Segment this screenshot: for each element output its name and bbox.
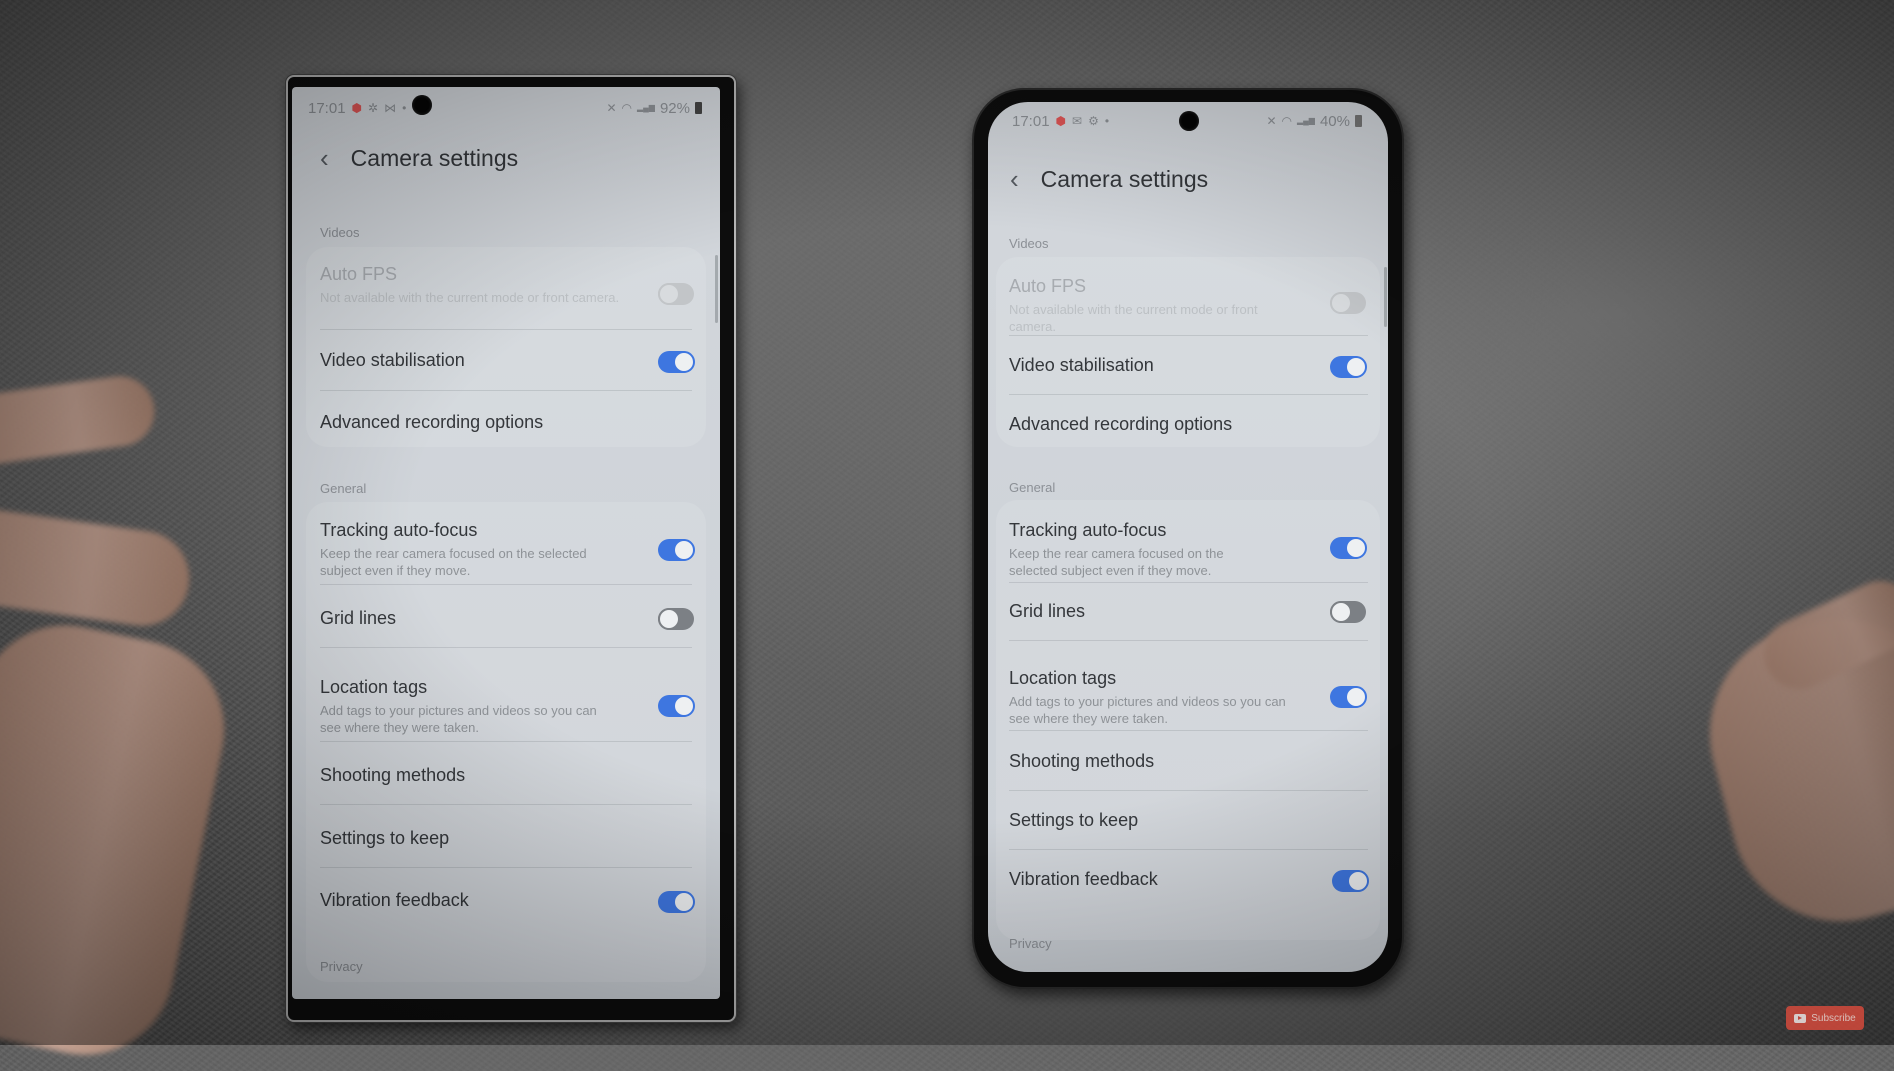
battery-icon <box>695 102 702 114</box>
setting-video-stabilisation[interactable]: Video stabilisation <box>1009 355 1154 376</box>
scrollbar[interactable] <box>715 255 718 323</box>
page-title: Camera settings <box>350 145 519 171</box>
signal-icon: ▂▄▆ <box>636 103 655 112</box>
setting-video-stabilisation[interactable]: Video stabilisation <box>320 350 465 371</box>
setting-shooting-methods[interactable]: Shooting methods <box>320 765 465 786</box>
clock: 17:01 <box>308 99 346 117</box>
header: ‹ Camera settings <box>320 143 518 174</box>
clock: 17:01 <box>1012 112 1050 130</box>
record-icon: ⬢ <box>1055 114 1067 128</box>
auto-fps-toggle[interactable] <box>658 283 694 305</box>
pinwheel-icon: ✲ <box>368 101 379 115</box>
mute-icon: ✕ <box>606 101 617 115</box>
right-phone-screen: 17:01 ⬢ ✉ ⚙ • ✕ ◠ ▂▄▆ 40% ‹ Camera setti… <box>988 102 1388 972</box>
back-button[interactable]: ‹ <box>1010 164 1019 195</box>
grid-lines-toggle[interactable] <box>658 608 694 630</box>
setting-advanced-recording-options[interactable]: Advanced recording options <box>320 412 543 433</box>
right-phone: 17:01 ⬢ ✉ ⚙ • ✕ ◠ ▂▄▆ 40% ‹ Camera setti… <box>972 88 1404 989</box>
video-stabilisation-toggle[interactable] <box>658 351 695 373</box>
setting-grid-lines[interactable]: Grid lines <box>1009 601 1085 622</box>
divider <box>1009 582 1368 583</box>
status-bar: 17:01 ⬢ ✉ ⚙ • ✕ ◠ ▂▄▆ 40% <box>988 109 1388 133</box>
location-tags-toggle[interactable] <box>1330 686 1367 708</box>
section-privacy: Privacy <box>1009 936 1052 951</box>
auto-fps-toggle[interactable] <box>1330 292 1366 314</box>
left-phone: 17:01 ⬢ ✲ ⋈ • ✕ ◠ ▂▄▆ 92% ‹ Camera setti… <box>286 75 736 1022</box>
back-button[interactable]: ‹ <box>320 143 329 174</box>
setting-auto-fps[interactable]: Auto FPS Not available with the current … <box>1009 276 1279 335</box>
location-tags-toggle[interactable] <box>658 695 695 717</box>
subscribe-label: Subscribe <box>1811 1012 1856 1024</box>
divider <box>320 804 692 805</box>
setting-vibration-feedback[interactable]: Vibration feedback <box>320 890 469 911</box>
vibration-feedback-toggle[interactable] <box>1332 870 1369 892</box>
battery-percent: 92% <box>659 99 690 117</box>
divider <box>320 867 692 868</box>
mute-icon: ✕ <box>1266 114 1277 128</box>
divider <box>320 647 692 648</box>
setting-grid-lines[interactable]: Grid lines <box>320 608 396 629</box>
section-videos: Videos <box>320 225 360 240</box>
setting-advanced-recording-options[interactable]: Advanced recording options <box>1009 414 1232 435</box>
battery-percent: 40% <box>1319 112 1350 130</box>
divider <box>320 741 692 742</box>
divider <box>1009 730 1368 731</box>
left-phone-screen: 17:01 ⬢ ✲ ⋈ • ✕ ◠ ▂▄▆ 92% ‹ Camera setti… <box>292 87 720 999</box>
setting-settings-to-keep[interactable]: Settings to keep <box>1009 810 1138 831</box>
tracking-auto-focus-toggle[interactable] <box>658 539 695 561</box>
wifi-icon: ◠ <box>621 101 632 115</box>
divider <box>320 584 692 585</box>
left-hand-thumb <box>0 608 241 1071</box>
battery-icon <box>1355 115 1362 127</box>
section-privacy: Privacy <box>320 959 363 974</box>
youtube-icon <box>1794 1013 1807 1023</box>
setting-settings-to-keep[interactable]: Settings to keep <box>320 828 449 849</box>
record-icon: ⬢ <box>351 101 363 115</box>
subscribe-button[interactable]: Subscribe <box>1786 1006 1864 1030</box>
divider <box>320 329 692 330</box>
header: ‹ Camera settings <box>1010 164 1208 195</box>
divider <box>1009 640 1368 641</box>
setting-location-tags[interactable]: Location tags Add tags to your pictures … <box>1009 668 1289 727</box>
vibration-feedback-toggle[interactable] <box>658 891 695 913</box>
divider <box>1009 790 1368 791</box>
left-hand-finger <box>0 503 196 632</box>
divider <box>1009 394 1368 395</box>
video-stabilisation-toggle[interactable] <box>1330 356 1367 378</box>
setting-auto-fps[interactable]: Auto FPS Not available with the current … <box>320 264 620 306</box>
grid-lines-toggle[interactable] <box>1330 601 1366 623</box>
divider <box>1009 335 1368 336</box>
gear-icon: ⚙ <box>1088 114 1099 128</box>
divider <box>320 390 692 391</box>
setting-shooting-methods[interactable]: Shooting methods <box>1009 751 1154 772</box>
left-hand <box>0 371 159 469</box>
dot-icon: • <box>402 101 407 115</box>
divider <box>1009 849 1368 850</box>
setting-tracking-auto-focus[interactable]: Tracking auto-focus Keep the rear camera… <box>1009 520 1269 579</box>
setting-vibration-feedback[interactable]: Vibration feedback <box>1009 869 1158 890</box>
mail-icon: ✉ <box>1072 114 1083 128</box>
status-bar: 17:01 ⬢ ✲ ⋈ • ✕ ◠ ▂▄▆ 92% <box>292 96 720 120</box>
tracking-auto-focus-toggle[interactable] <box>1330 537 1367 559</box>
wifi-icon: ◠ <box>1281 114 1292 128</box>
setting-location-tags[interactable]: Location tags Add tags to your pictures … <box>320 677 620 736</box>
section-general: General <box>1009 480 1056 495</box>
vignette <box>0 0 1894 1045</box>
gmail-icon: ⋈ <box>384 101 397 115</box>
signal-icon: ▂▄▆ <box>1296 116 1315 125</box>
dot-icon: • <box>1104 114 1110 128</box>
setting-tracking-auto-focus[interactable]: Tracking auto-focus Keep the rear camera… <box>320 520 600 579</box>
section-videos: Videos <box>1009 236 1049 251</box>
scrollbar[interactable] <box>1384 267 1387 327</box>
page-title: Camera settings <box>1040 166 1209 192</box>
section-general: General <box>320 481 367 496</box>
